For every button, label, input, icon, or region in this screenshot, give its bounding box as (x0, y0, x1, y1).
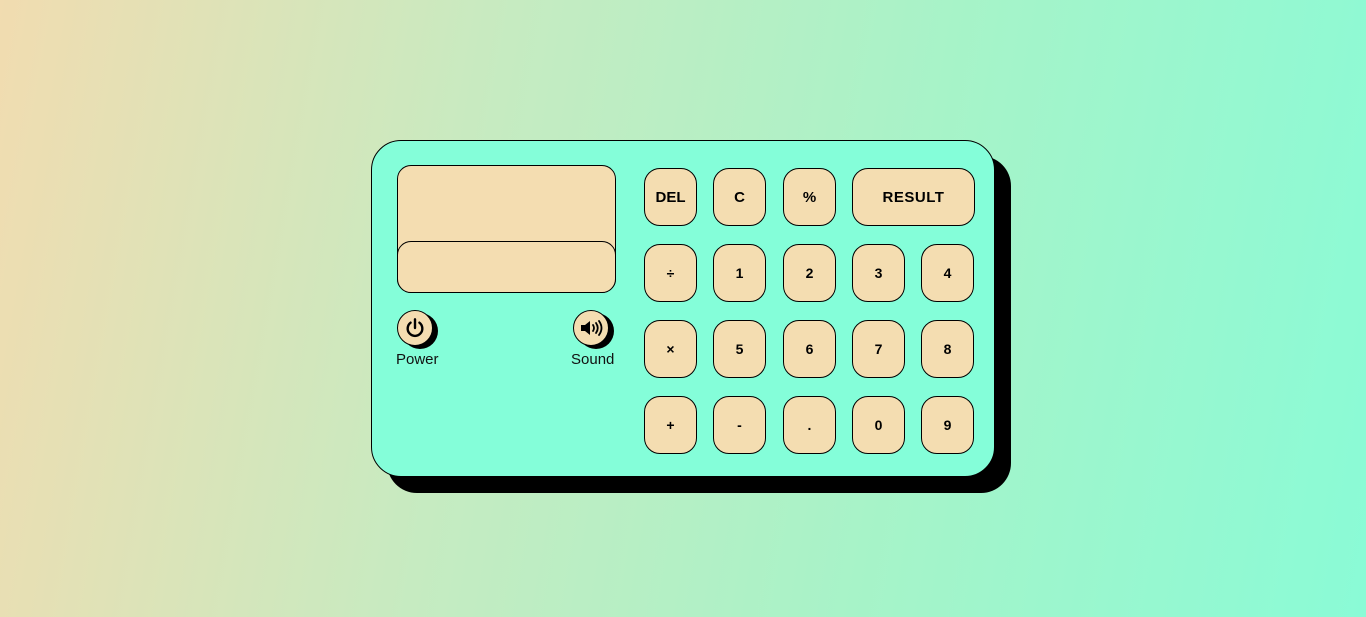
key-0[interactable]: 0 (852, 396, 905, 454)
key-5[interactable]: 5 (713, 320, 766, 378)
divide-key[interactable]: ÷ (644, 244, 697, 302)
plus-key[interactable]: + (644, 396, 697, 454)
key-8[interactable]: 8 (921, 320, 974, 378)
speaker-icon (581, 320, 603, 336)
key-7[interactable]: 7 (852, 320, 905, 378)
minus-key[interactable]: - (713, 396, 766, 454)
power-label: Power (396, 351, 439, 368)
calculator: Power Sound DEL C % RESULT ÷ 1 2 3 4 × 5… (371, 140, 995, 477)
power-button-face[interactable] (397, 310, 433, 346)
result-display (397, 241, 616, 293)
key-6[interactable]: 6 (783, 320, 836, 378)
decimal-key[interactable]: . (783, 396, 836, 454)
key-1[interactable]: 1 (713, 244, 766, 302)
key-3[interactable]: 3 (852, 244, 905, 302)
clear-key[interactable]: C (713, 168, 766, 226)
power-icon (406, 318, 424, 337)
sound-button-face[interactable] (573, 310, 609, 346)
delete-key[interactable]: DEL (644, 168, 697, 226)
key-2[interactable]: 2 (783, 244, 836, 302)
multiply-key[interactable]: × (644, 320, 697, 378)
key-9[interactable]: 9 (921, 396, 974, 454)
key-4[interactable]: 4 (921, 244, 974, 302)
sound-label: Sound (571, 351, 615, 368)
result-key[interactable]: RESULT (852, 168, 975, 226)
percent-key[interactable]: % (783, 168, 836, 226)
display (397, 165, 616, 293)
